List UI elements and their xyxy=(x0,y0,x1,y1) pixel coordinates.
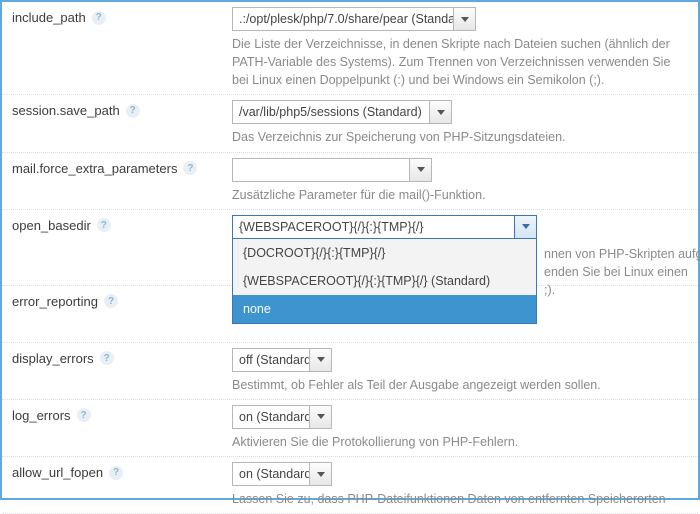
help-icon[interactable]: ? xyxy=(77,408,91,422)
row-display-errors: display_errors ? off (Standard) Bestimmt… xyxy=(2,343,698,400)
include-path-select[interactable]: .:/opt/plesk/php/7.0/share/pear (Standar… xyxy=(232,7,476,31)
select-value: off (Standard) xyxy=(233,353,309,367)
chevron-down-icon[interactable] xyxy=(309,349,331,371)
log-errors-select[interactable]: on (Standard) xyxy=(232,405,332,429)
chevron-down-icon[interactable] xyxy=(309,463,331,485)
help-icon[interactable]: ? xyxy=(97,218,111,232)
desc-mail-force-extra-parameters: Zusätzliche Parameter für die mail()-Fun… xyxy=(232,186,688,204)
value-col: {WEBSPACEROOT}{/}{:}{TMP}{/} nnen von PH… xyxy=(232,215,688,239)
value-col: on (Standard) Lassen Sie zu, dass PHP-Da… xyxy=(232,462,688,508)
row-allow-url-fopen: allow_url_fopen ? on (Standard) Lassen S… xyxy=(2,457,698,514)
dropdown-option[interactable]: {WEBSPACEROOT}{/}{:}{TMP}{/} (Standard) xyxy=(233,267,536,295)
label-error-reporting: error_reporting ? xyxy=(12,291,232,309)
help-icon[interactable]: ? xyxy=(126,104,140,118)
label-mail-force-extra-parameters: mail.force_extra_parameters ? xyxy=(12,158,232,176)
label-text: display_errors xyxy=(12,351,94,366)
allow-url-fopen-select[interactable]: on (Standard) xyxy=(232,462,332,486)
label-text: mail.force_extra_parameters xyxy=(12,161,177,176)
chevron-down-icon[interactable] xyxy=(409,159,431,181)
select-value: /var/lib/php5/sessions (Standard) xyxy=(233,105,429,119)
row-mail-force-extra-parameters: mail.force_extra_parameters ? Zusätzlich… xyxy=(2,153,698,210)
select-value: on (Standard) xyxy=(233,410,309,424)
label-text: log_errors xyxy=(12,408,71,423)
desc-session-save-path: Das Verzeichnis zur Speicherung von PHP-… xyxy=(232,128,688,146)
value-col: Zusätzliche Parameter für die mail()-Fun… xyxy=(232,158,688,204)
label-text: include_path xyxy=(12,10,86,25)
dropdown-option-selected[interactable]: none xyxy=(233,295,536,323)
help-icon[interactable]: ? xyxy=(100,351,114,365)
display-errors-select[interactable]: off (Standard) xyxy=(232,348,332,372)
desc-include-path: Die Liste der Verzeichnisse, in denen Sk… xyxy=(232,35,688,89)
select-value: on (Standard) xyxy=(233,467,309,481)
label-log-errors: log_errors ? xyxy=(12,405,232,423)
open-basedir-select[interactable]: {WEBSPACEROOT}{/}{:}{TMP}{/} xyxy=(232,215,537,239)
dropdown-option[interactable]: {DOCROOT}{/}{:}{TMP}{/} xyxy=(233,239,536,267)
value-col: /var/lib/php5/sessions (Standard) Das Ve… xyxy=(232,100,688,146)
row-session-save-path: session.save_path ? /var/lib/php5/sessio… xyxy=(2,95,698,152)
label-allow-url-fopen: allow_url_fopen ? xyxy=(12,462,232,480)
value-col: on (Standard) Aktivieren Sie die Protoko… xyxy=(232,405,688,451)
mail-force-extra-parameters-select[interactable] xyxy=(232,158,432,182)
chevron-down-icon[interactable] xyxy=(429,101,451,123)
label-text: error_reporting xyxy=(12,294,98,309)
value-col: .:/opt/plesk/php/7.0/share/pear (Standar… xyxy=(232,7,688,89)
label-include-path: include_path ? xyxy=(12,7,232,25)
open-basedir-dropdown: {DOCROOT}{/}{:}{TMP}{/} {WEBSPACEROOT}{/… xyxy=(232,238,537,324)
desc-allow-url-fopen: Lassen Sie zu, dass PHP-Dateifunktionen … xyxy=(232,490,688,508)
select-value: .:/opt/plesk/php/7.0/share/pear (Standar… xyxy=(233,12,453,26)
label-display-errors: display_errors ? xyxy=(12,348,232,366)
row-include-path: include_path ? .:/opt/plesk/php/7.0/shar… xyxy=(2,2,698,95)
help-icon[interactable]: ? xyxy=(92,11,106,25)
label-text: allow_url_fopen xyxy=(12,465,103,480)
help-icon[interactable]: ? xyxy=(104,294,118,308)
chevron-down-icon[interactable] xyxy=(514,216,536,238)
label-text: open_basedir xyxy=(12,218,91,233)
desc-frag: enden Sie bei Linux einen xyxy=(544,265,688,279)
label-text: session.save_path xyxy=(12,103,120,118)
chevron-down-icon[interactable] xyxy=(453,8,475,30)
value-col: off (Standard) Bestimmt, ob Fehler als T… xyxy=(232,348,688,394)
label-open-basedir: open_basedir ? xyxy=(12,215,232,233)
help-icon[interactable]: ? xyxy=(183,161,197,175)
desc-frag: nnen von PHP-Skripten aufge xyxy=(544,247,700,261)
desc-display-errors: Bestimmt, ob Fehler als Teil der Ausgabe… xyxy=(232,376,688,394)
help-icon[interactable]: ? xyxy=(109,466,123,480)
session-save-path-select[interactable]: /var/lib/php5/sessions (Standard) xyxy=(232,100,452,124)
label-session-save-path: session.save_path ? xyxy=(12,100,232,118)
chevron-down-icon[interactable] xyxy=(309,406,331,428)
row-log-errors: log_errors ? on (Standard) Aktivieren Si… xyxy=(2,400,698,457)
row-open-basedir: open_basedir ? {WEBSPACEROOT}{/}{:}{TMP}… xyxy=(2,210,698,286)
desc-log-errors: Aktivieren Sie die Protokollierung von P… xyxy=(232,433,688,451)
select-value: {WEBSPACEROOT}{/}{:}{TMP}{/} xyxy=(233,220,514,234)
